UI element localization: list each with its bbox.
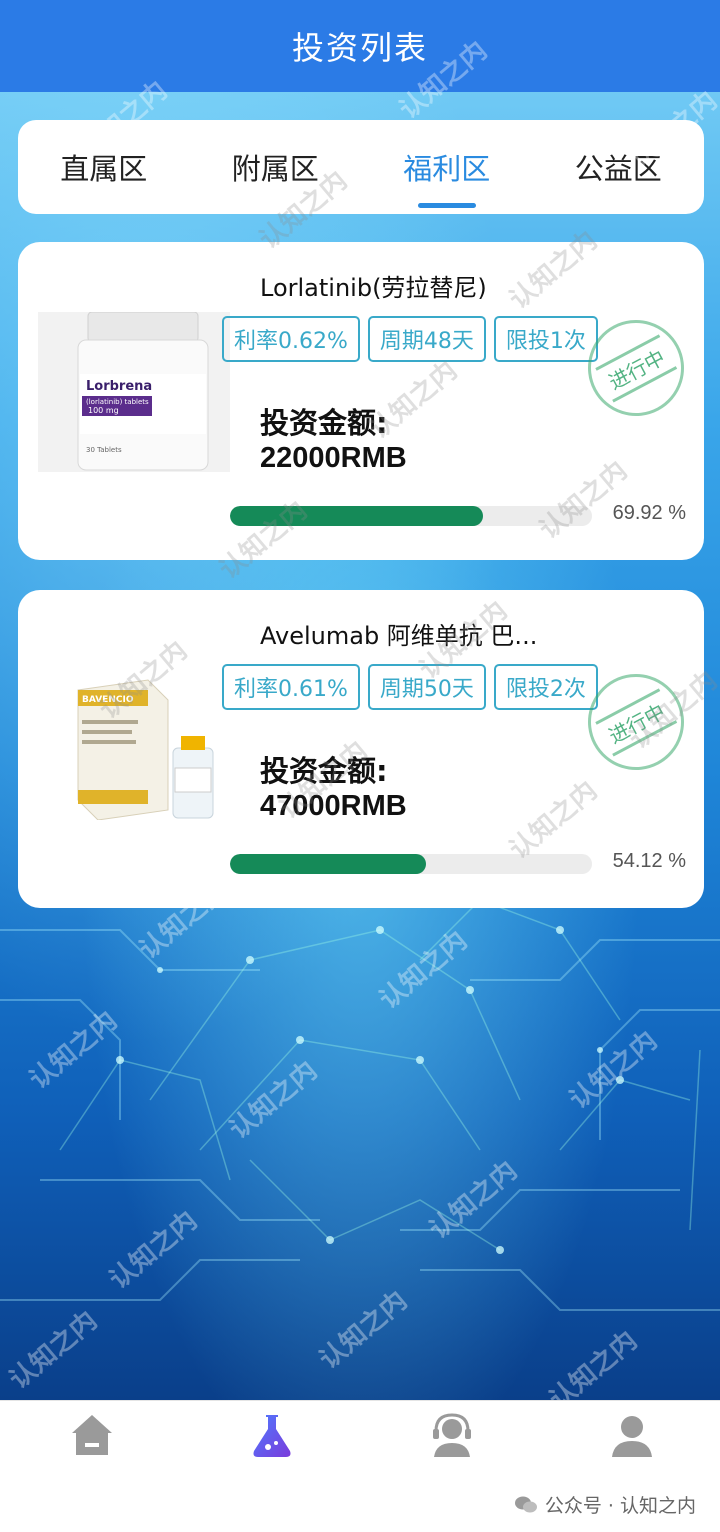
- page-title: 投资列表: [291, 29, 428, 67]
- period-tag: 周期50天: [367, 664, 486, 710]
- bottle-brand-text: Lorbrena: [86, 379, 152, 394]
- bottom-tab-bar: 公众号 · 认知之内: [0, 1400, 720, 1532]
- tab-charity[interactable]: 公益区: [543, 146, 693, 188]
- product-card[interactable]: Lorbrena (lorlatinib) tablets 100 mg 30 …: [18, 242, 704, 560]
- progress-bar: [230, 506, 592, 526]
- progress-bar: [230, 854, 592, 874]
- amount-label: 投资金额:: [260, 406, 388, 440]
- bavencio-box-vial-image: BAVENCIO: [38, 660, 230, 821]
- period-tag: 周期48天: [367, 316, 486, 362]
- tab-direct[interactable]: 直属区: [29, 146, 179, 188]
- status-stamp-text: 进行中: [595, 687, 677, 757]
- amount-value: 47000RMB: [260, 790, 407, 822]
- progress-percent: 69.92 %: [612, 502, 686, 524]
- wechat-icon: [514, 1496, 537, 1512]
- product-card[interactable]: BAVENCIO Avelumab 阿维单抗 巴... 利率0.61% 周期50…: [18, 590, 704, 908]
- limit-tag: 限投2次: [493, 664, 598, 710]
- active-tab-indicator: [417, 203, 476, 208]
- limit-tag: 限投1次: [493, 316, 598, 362]
- tab-affiliate[interactable]: 附属区: [200, 146, 350, 188]
- status-stamp-text: 进行中: [595, 333, 677, 403]
- category-tabs: 直属区 附属区 福利区 公益区: [18, 120, 704, 214]
- bottle-count-text: 30 Tablets: [86, 446, 122, 454]
- rate-tag: 利率0.61%: [222, 664, 360, 710]
- official-account-note: 公众号 · 认知之内: [514, 1491, 696, 1518]
- product-name: Avelumab 阿维单抗 巴...: [260, 622, 538, 650]
- tab-label: 福利区: [403, 152, 491, 186]
- box-brand-text: BAVENCIO: [82, 695, 134, 705]
- home-icon[interactable]: [68, 1411, 116, 1459]
- tab-label: 直属区: [60, 152, 148, 186]
- amount-value: 22000RMB: [260, 442, 407, 474]
- tab-welfare[interactable]: 福利区: [372, 146, 522, 208]
- headset-icon[interactable]: [428, 1411, 476, 1459]
- bottle-dose-text: 100 mg: [88, 406, 119, 415]
- product-name: Lorlatinib(劳拉替尼): [260, 274, 487, 302]
- app-header: 投资列表: [0, 0, 720, 92]
- rate-tag: 利率0.62%: [222, 316, 360, 362]
- user-icon[interactable]: [608, 1411, 656, 1459]
- progress-percent: 54.12 %: [612, 850, 686, 872]
- amount-label: 投资金额:: [260, 754, 388, 788]
- bottle-sub-text: (lorlatinib) tablets: [86, 398, 149, 406]
- tab-label: 公益区: [574, 152, 662, 186]
- official-account-text: 公众号 · 认知之内: [544, 1495, 696, 1517]
- progress-fill: [230, 506, 484, 526]
- progress-fill: [230, 854, 426, 874]
- tab-label: 附属区: [231, 152, 319, 186]
- lorbrena-bottle-image: Lorbrena (lorlatinib) tablets 100 mg 30 …: [38, 311, 230, 472]
- product-tags: 利率0.62% 周期48天 限投1次: [222, 316, 598, 362]
- product-tags: 利率0.61% 周期50天 限投2次: [222, 664, 598, 710]
- flask-icon[interactable]: [248, 1411, 296, 1459]
